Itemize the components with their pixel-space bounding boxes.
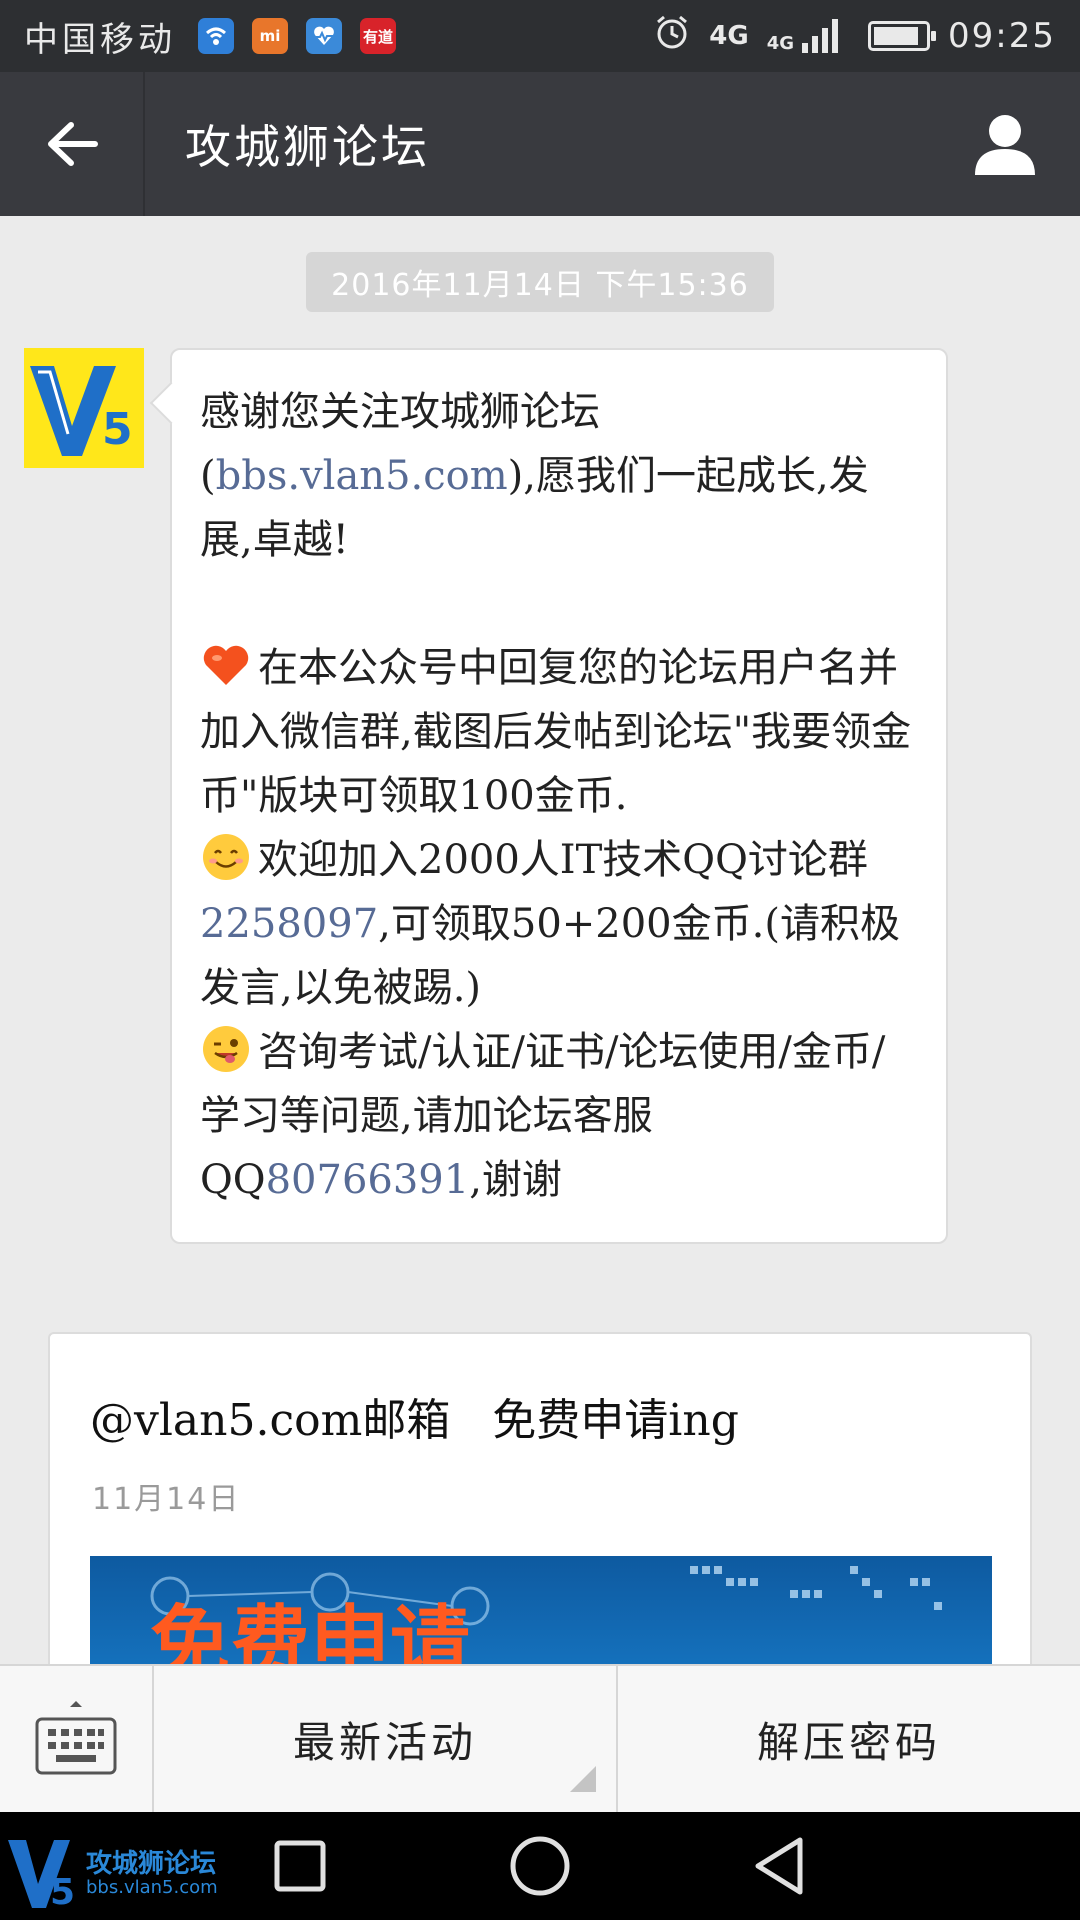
title-bar: 攻城狮论坛: [0, 72, 1080, 216]
site-link[interactable]: bbs.vlan5.com: [216, 453, 508, 499]
home-button[interactable]: [504, 1830, 576, 1902]
gold-instructions-text: 在本公众号中回复您的论坛用户名并加入微信群,截图后发帖到论坛"我要领金币"版块可…: [200, 645, 912, 819]
qq-group-link[interactable]: 2258097: [200, 901, 378, 947]
menu-unzip-password[interactable]: 解压密码: [616, 1666, 1080, 1812]
wifi-app-icon: [198, 18, 234, 54]
message-paragraph-gold: 在本公众号中回复您的论坛用户名并加入微信群,截图后发帖到论坛"我要领金币"版块可…: [200, 636, 918, 828]
keyboard-icon: [35, 1701, 117, 1775]
article-date: 11月14日: [92, 1482, 241, 1517]
signal-icon: 4G: [767, 19, 840, 53]
heart-emoji-icon: [203, 645, 249, 685]
keyboard-toggle-button[interactable]: [0, 1666, 154, 1812]
wink-emoji-icon: [203, 1026, 249, 1072]
qq-service-link[interactable]: 80766391: [266, 1157, 470, 1203]
watermark-logo-text: 5: [50, 1872, 75, 1912]
status-bar: 中国移动 mi 有道 4G 4G 09:25: [0, 0, 1080, 72]
system-nav-bar: 5 攻城狮论坛 bbs.vlan5.com: [0, 1812, 1080, 1920]
avatar[interactable]: 5: [24, 348, 144, 468]
network-4g-small-label: 4G: [766, 33, 795, 54]
service-rest-text: ,谢谢: [469, 1157, 562, 1203]
watermark-url: bbs.vlan5.com: [86, 1877, 218, 1898]
network-4g-label: 4G: [709, 21, 749, 51]
paren-text: (: [200, 453, 216, 499]
youdao-icon: 有道: [360, 18, 396, 54]
message-paragraph-qq-group: 欢迎加入2000人IT技术QQ讨论群2258097,可领取50+200金币.(请…: [200, 828, 918, 1020]
message-timestamp: 2016年11月14日 下午15:36: [306, 252, 774, 312]
person-icon: [975, 115, 1035, 175]
battery-icon: [868, 21, 937, 51]
back-nav-button[interactable]: [744, 1830, 816, 1902]
message-bubble[interactable]: 感谢您关注攻城狮论坛 (bbs.vlan5.com),愿我们一起成长,发展,卓越…: [170, 348, 948, 1244]
greeting-text: 感谢您关注攻城狮论坛: [200, 389, 600, 435]
profile-button[interactable]: [930, 72, 1080, 216]
smile-emoji-icon: [203, 834, 249, 880]
article-card[interactable]: @vlan5.com邮箱 免费申请ing 11月14日 免费申请: [48, 1332, 1032, 1682]
watermark-logo-icon: 5: [8, 1840, 75, 1912]
alarm-icon: [653, 13, 691, 60]
watermark-name: 攻城狮论坛: [86, 1849, 217, 1879]
watermark: 5 攻城狮论坛 bbs.vlan5.com: [6, 1820, 218, 1912]
qq-group-text: 欢迎加入2000人IT技术QQ讨论群: [258, 837, 868, 883]
menu-latest-events-label: 最新活动: [292, 1717, 477, 1767]
submenu-indicator-icon: [570, 1766, 596, 1792]
triangle-back-icon: [755, 1837, 803, 1895]
bottom-menu-bar: 最新活动 解压密码: [0, 1664, 1080, 1812]
health-icon: [306, 18, 342, 54]
menu-latest-events[interactable]: 最新活动: [154, 1666, 616, 1812]
mi-icon: mi: [252, 18, 288, 54]
recents-button[interactable]: [264, 1830, 336, 1902]
menu-unzip-password-label: 解压密码: [756, 1717, 941, 1767]
v5-logo-icon: 5: [24, 348, 144, 468]
clock: 09:25: [948, 16, 1056, 56]
carrier-name: 中国移动: [24, 19, 176, 60]
message-greeting: 感谢您关注攻城狮论坛 (bbs.vlan5.com),愿我们一起成长,发展,卓越…: [200, 380, 918, 572]
circle-icon: [510, 1836, 570, 1896]
message-paragraph-service: 咨询考试/认证/证书/论坛使用/金币/学习等问题,请加论坛客服QQ8076639…: [200, 1020, 918, 1212]
square-icon: [274, 1840, 326, 1892]
article-title: @vlan5.com邮箱 免费申请ing: [90, 1395, 739, 1446]
back-button[interactable]: [0, 72, 145, 216]
back-arrow-icon: [47, 122, 98, 166]
svg-text:5: 5: [102, 404, 133, 455]
page-title: 攻城狮论坛: [185, 120, 430, 174]
